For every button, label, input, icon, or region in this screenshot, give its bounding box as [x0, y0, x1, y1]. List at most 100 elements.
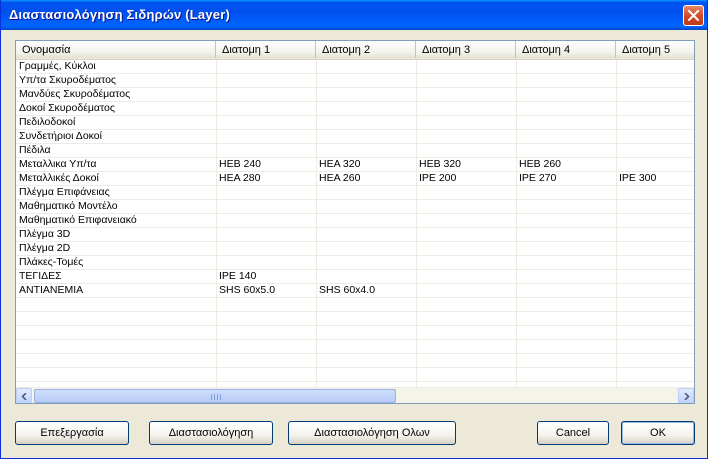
table-row[interactable]: Συνδετήριοι Δοκοί	[16, 130, 694, 144]
table-cell	[316, 116, 416, 130]
table-cell: ΑΝΤΙΑΝΕΜΙΑ	[19, 284, 84, 296]
table-row[interactable]: ΑΝΤΙΑΝΕΜΙΑ SHS 60x5.0 SHS 60x4.0	[16, 284, 694, 298]
table-cell	[616, 186, 694, 200]
edit-button[interactable]: Επεξεργασία	[15, 421, 129, 445]
table-row[interactable]: Πεδιλοδοκοί	[16, 116, 694, 130]
table-cell	[216, 88, 316, 102]
title-bar[interactable]: Διαστασιολόγηση Σιδηρών (Layer)	[1, 0, 707, 30]
column-header-4[interactable]: Διατομη 3	[416, 41, 516, 58]
table-cell	[616, 144, 694, 158]
table-cell	[216, 130, 316, 144]
table-row[interactable]: Πλέγμα 2D	[16, 242, 694, 256]
table-cell	[416, 242, 516, 256]
table-cell	[616, 60, 694, 74]
table-cell	[616, 74, 694, 88]
scroll-left-button[interactable]	[16, 388, 32, 403]
table-cell: HEA 320	[319, 158, 361, 170]
column-header-2[interactable]: Διατομη 1	[216, 41, 316, 58]
column-header-6[interactable]: Διατομη 5	[616, 41, 694, 58]
table-cell	[216, 144, 316, 158]
table-cell: IPE 200	[419, 172, 457, 184]
dimension-button[interactable]: Διαστασιολόγηση	[149, 421, 273, 445]
table-cell	[416, 326, 516, 340]
table-row[interactable]: Μαθηματικό Επιφανειακό	[16, 214, 694, 228]
table-cell	[516, 326, 616, 340]
table-cell	[16, 312, 216, 326]
table-cell	[516, 200, 616, 214]
table-cell: HEA 280	[219, 172, 261, 184]
list-header: Ονομασία Διατομη 1 Διατομη 2 Διατομη 3 Διατο…	[16, 41, 694, 60]
column-header-5[interactable]: Διατομη 4	[516, 41, 616, 58]
table-row[interactable]	[16, 326, 694, 340]
table-row[interactable]	[16, 298, 694, 312]
table-cell	[416, 88, 516, 102]
table-cell	[516, 88, 616, 102]
scroll-right-button[interactable]	[678, 388, 694, 403]
table-row[interactable]: Πλέγμα 3D	[16, 228, 694, 242]
table-cell	[616, 102, 694, 116]
table-row[interactable]: Μαθηματικό Μοντέλο	[16, 200, 694, 214]
table-cell	[216, 340, 316, 354]
dimension-all-button[interactable]: Διαστασιολόγηση Ολων	[288, 421, 456, 445]
table-cell	[516, 312, 616, 326]
ok-button[interactable]: OK	[621, 421, 695, 445]
scrollbar-thumb[interactable]	[34, 389, 396, 403]
table-cell	[416, 256, 516, 270]
table-row[interactable]: Πλέγμα Επιφάνειας	[16, 186, 694, 200]
table-cell	[316, 368, 416, 382]
table-row[interactable]: Δοκοί Σκυροδέματος	[16, 102, 694, 116]
table-cell	[416, 102, 516, 116]
table-cell	[416, 270, 516, 284]
table-cell	[416, 228, 516, 242]
column-header-1[interactable]: Ονομασία	[16, 41, 216, 58]
table-row[interactable]	[16, 312, 694, 326]
table-row[interactable]: Γραμμές, Κύκλοι	[16, 60, 694, 74]
table-cell	[316, 256, 416, 270]
table-cell	[616, 284, 694, 298]
table-row[interactable]: Μανδύες Σκυροδέματος	[16, 88, 694, 102]
table-cell	[216, 354, 316, 368]
table-row[interactable]	[16, 368, 694, 382]
close-button[interactable]	[683, 5, 704, 26]
table-cell	[616, 200, 694, 214]
table-cell	[616, 158, 694, 172]
table-cell	[216, 74, 316, 88]
table-cell: Συνδετήριοι Δοκοί	[19, 130, 102, 142]
table-cell	[316, 144, 416, 158]
table-row[interactable]	[16, 340, 694, 354]
table-cell: IPE 140	[219, 270, 257, 282]
sections-list[interactable]: Ονομασία Διατομη 1 Διατομη 2 Διατομη 3 Διατο…	[15, 40, 695, 404]
horizontal-scrollbar[interactable]	[16, 387, 694, 403]
table-cell	[316, 326, 416, 340]
table-row[interactable]: Μεταλλικα Υπ/τα HEB 240 HEA 320 HEB 320 HEB …	[16, 158, 694, 172]
table-cell	[416, 74, 516, 88]
close-icon	[688, 10, 699, 21]
table-cell	[416, 116, 516, 130]
table-row[interactable]: ΤΕΓΙΔΕΣ IPE 140	[16, 270, 694, 284]
table-row[interactable]: Μεταλλικές Δοκοί HEA 280 HEA 260 IPE 200 IPE…	[16, 172, 694, 186]
thumb-grip	[211, 394, 221, 400]
table-cell	[416, 340, 516, 354]
table-cell	[516, 368, 616, 382]
dialog-window: Διαστασιολόγηση Σιδηρών (Layer) Ονομασία…	[0, 0, 708, 459]
table-cell	[416, 312, 516, 326]
column-divider	[616, 60, 617, 388]
table-cell	[216, 326, 316, 340]
table-row[interactable]: Πέδιλα	[16, 144, 694, 158]
cancel-button[interactable]: Cancel	[537, 421, 609, 445]
table-cell	[316, 228, 416, 242]
table-cell	[216, 228, 316, 242]
table-cell: Πλέγμα 2D	[19, 242, 71, 254]
table-cell	[616, 326, 694, 340]
table-cell	[516, 340, 616, 354]
table-row[interactable]: Πλάκες-Τομές	[16, 256, 694, 270]
table-cell	[516, 74, 616, 88]
table-cell	[616, 228, 694, 242]
table-row[interactable]	[16, 354, 694, 368]
table-row[interactable]: Υπ/τα Σκυροδέματος	[16, 74, 694, 88]
table-cell	[316, 214, 416, 228]
column-header-3[interactable]: Διατομη 2	[316, 41, 416, 58]
table-cell	[616, 88, 694, 102]
table-cell	[516, 214, 616, 228]
table-cell: Μανδύες Σκυροδέματος	[19, 88, 131, 100]
